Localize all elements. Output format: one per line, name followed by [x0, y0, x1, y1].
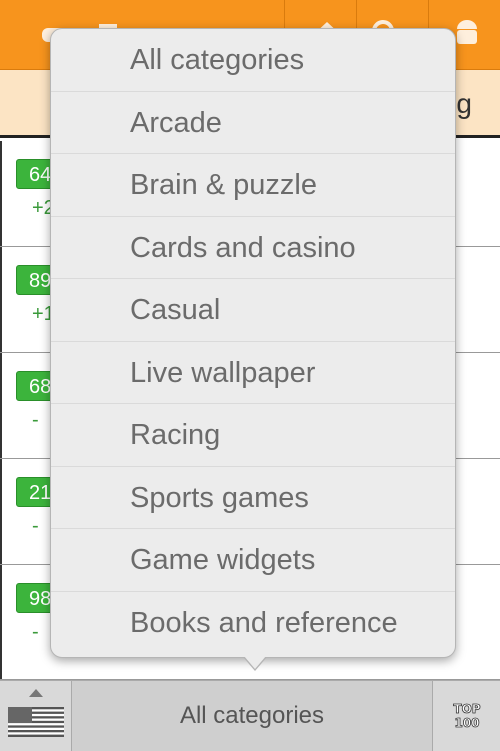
android-icon[interactable]: [452, 18, 482, 48]
caret-up-icon: [29, 689, 43, 697]
bottom-bar: All categories TOP 100: [0, 680, 500, 751]
menu-item-sports-games[interactable]: Sports games: [51, 467, 455, 529]
column-header-partial: g: [456, 88, 472, 119]
row-border: [0, 353, 2, 458]
row-border: [0, 247, 2, 352]
menu-item-live-wallpaper[interactable]: Live wallpaper: [51, 342, 455, 404]
menu-item-all-categories[interactable]: All categories: [51, 29, 455, 92]
rank-change: -: [32, 621, 39, 643]
menu-item-books-reference[interactable]: Books and reference: [51, 592, 455, 655]
country-selector-button[interactable]: [0, 681, 72, 751]
top100-button[interactable]: TOP 100: [432, 681, 500, 751]
row-border: [0, 565, 2, 679]
menu-item-casual[interactable]: Casual: [51, 279, 455, 342]
row-border: [0, 141, 2, 246]
popover-arrow-fill: [244, 656, 266, 669]
menu-item-cards-casino[interactable]: Cards and casino: [51, 217, 455, 279]
svg-text:TOP: TOP: [453, 702, 480, 716]
us-flag-icon: [8, 707, 64, 737]
menu-item-game-widgets[interactable]: Game widgets: [51, 529, 455, 592]
row-border: [0, 459, 2, 564]
category-selector[interactable]: All categories: [72, 681, 432, 751]
rank-change: -: [32, 515, 39, 537]
menu-item-brain-puzzle[interactable]: Brain & puzzle: [51, 154, 455, 217]
top100-icon: TOP 100: [453, 702, 481, 731]
rank-change: -: [32, 409, 39, 431]
category-popover: All categories Arcade Brain & puzzle Car…: [50, 28, 456, 658]
menu-item-racing[interactable]: Racing: [51, 404, 455, 467]
svg-text:100: 100: [454, 716, 479, 730]
menu-item-arcade[interactable]: Arcade: [51, 92, 455, 154]
